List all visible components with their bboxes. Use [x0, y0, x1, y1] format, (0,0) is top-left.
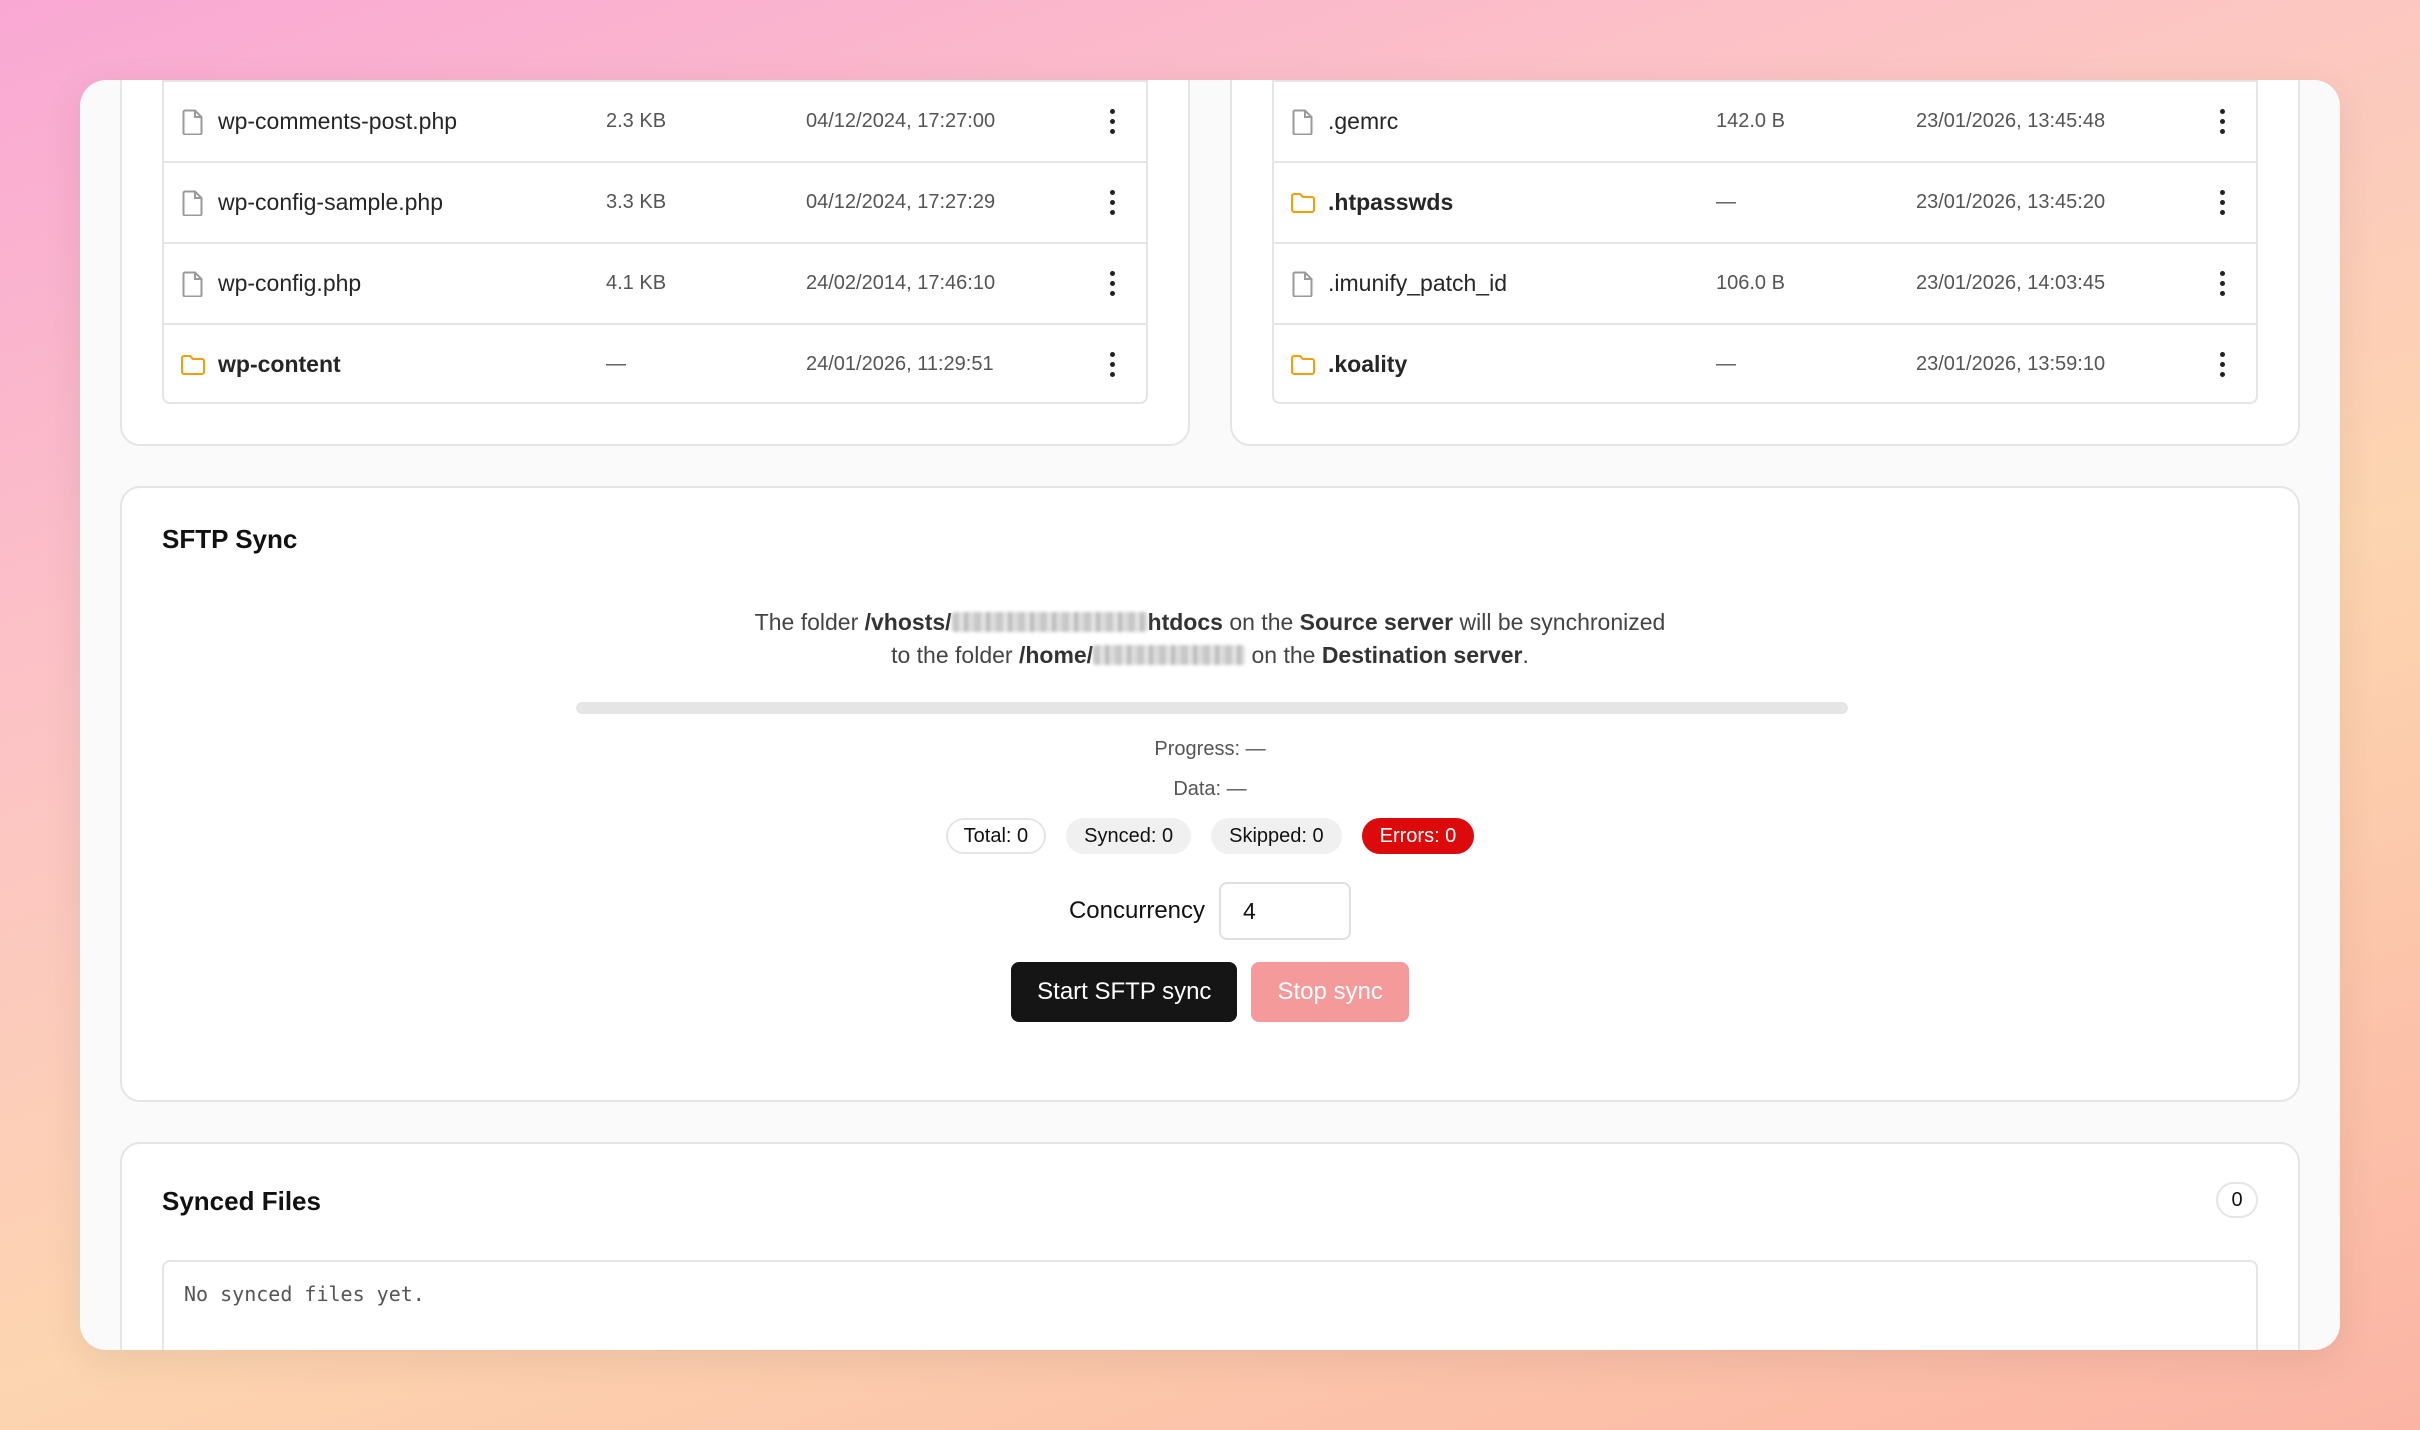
- folder-icon: [180, 352, 206, 378]
- more-options-icon[interactable]: [2212, 107, 2232, 137]
- file-row[interactable]: .gemrc 142.0 B 23/01/2026, 13:45:48: [1274, 80, 2256, 161]
- file-icon: [180, 109, 206, 135]
- file-size: —: [606, 353, 626, 375]
- errors-badge: Errors: 0: [1361, 818, 1475, 854]
- file-name: .koality: [1328, 351, 1408, 377]
- data-text: Data: —: [1173, 778, 1247, 800]
- synced-files-count: 0: [2216, 1182, 2258, 1218]
- stop-sync-button[interactable]: Stop sync: [1251, 962, 1409, 1022]
- folder-icon: [1290, 352, 1316, 378]
- file-modified-date: 23/01/2026, 13:45:20: [1916, 191, 2106, 213]
- file-size: 142.0 B: [1716, 110, 1785, 132]
- file-modified-date: 04/12/2024, 17:27:00: [806, 110, 996, 132]
- file-row[interactable]: wp-config.php 4.1 KB 24/02/2014, 17:46:10: [164, 242, 1146, 323]
- file-name: wp-content: [218, 351, 341, 377]
- file-icon: [1290, 109, 1316, 135]
- synced-badge: Synced: 0: [1066, 818, 1192, 854]
- file-name: wp-comments-post.php: [218, 108, 458, 134]
- folder-icon: [1290, 190, 1316, 216]
- sftp-sync-card: SFTP Sync The folder /vhosts/htdocs on t…: [120, 486, 2300, 1102]
- concurrency-input[interactable]: [1219, 882, 1352, 940]
- file-size: 106.0 B: [1716, 272, 1785, 294]
- sftp-sync-title: SFTP Sync: [162, 524, 298, 554]
- sync-stats: Total: 0 Synced: 0 Skipped: 0 Errors: 0: [122, 818, 2298, 854]
- file-row[interactable]: wp-content — 24/01/2026, 11:29:51: [164, 323, 1146, 402]
- sync-actions: Start SFTP sync Stop sync: [122, 962, 2298, 1022]
- destination-files-card: .gemrc 142.0 B 23/01/2026, 13:45:48 .htpass…: [1230, 80, 2300, 446]
- app-window: wp-comments-post.php 2.3 KB 04/12/2024, 17…: [80, 80, 2340, 1350]
- file-icon: [180, 271, 206, 297]
- file-name: .htpasswds: [1328, 189, 1454, 215]
- concurrency-label: Concurrency: [1068, 897, 1206, 924]
- sync-description-line2: to the folder /home/ on the Destination …: [891, 642, 1529, 668]
- synced-files-title: Synced Files: [162, 1186, 321, 1216]
- more-options-icon[interactable]: [1102, 350, 1122, 380]
- more-options-icon[interactable]: [1102, 269, 1122, 299]
- source-files-card: wp-comments-post.php 2.3 KB 04/12/2024, 17…: [120, 80, 1190, 446]
- source-server-label: Source server: [1299, 609, 1454, 635]
- file-name: wp-config.php: [218, 270, 362, 296]
- progress-text: Progress: —: [1154, 738, 1266, 760]
- destination-file-table: .gemrc 142.0 B 23/01/2026, 13:45:48 .htpass…: [1272, 80, 2258, 404]
- file-modified-date: 24/01/2026, 11:29:51: [806, 353, 994, 375]
- concurrency-row: Concurrency: [122, 882, 2298, 940]
- file-modified-date: 23/01/2026, 14:03:45: [1916, 272, 2106, 294]
- more-options-icon[interactable]: [2212, 269, 2232, 299]
- destination-server-label: Destination server: [1321, 642, 1523, 668]
- total-badge: Total: 0: [945, 818, 1047, 854]
- redacted-source-segment: [951, 612, 1148, 632]
- file-name: .imunify_patch_id: [1328, 270, 1507, 296]
- sync-description-line1: The folder /vhosts/htdocs on the Source …: [754, 609, 1666, 635]
- redacted-destination-segment: [1093, 645, 1246, 665]
- more-options-icon[interactable]: [1102, 188, 1122, 218]
- file-size: 3.3 KB: [606, 191, 667, 213]
- more-options-icon[interactable]: [1102, 107, 1122, 137]
- file-name: wp-config-sample.php: [218, 189, 444, 215]
- more-options-icon[interactable]: [2212, 188, 2232, 218]
- file-size: 4.1 KB: [606, 272, 667, 294]
- file-name: .gemrc: [1328, 108, 1399, 134]
- file-icon: [180, 190, 206, 216]
- file-modified-date: 23/01/2026, 13:45:48: [1916, 110, 2106, 132]
- synced-files-card: Synced Files 0 No synced files yet.: [120, 1142, 2300, 1350]
- start-sftp-sync-button[interactable]: Start SFTP sync: [1011, 962, 1238, 1022]
- file-size: 2.3 KB: [606, 110, 667, 132]
- file-size: —: [1716, 353, 1736, 375]
- file-row[interactable]: wp-comments-post.php 2.3 KB 04/12/2024, 17…: [164, 80, 1146, 161]
- file-size: —: [1716, 191, 1736, 213]
- source-path: /vhosts/htdocs: [864, 609, 1223, 635]
- synced-files-empty-text: No synced files yet.: [184, 1282, 425, 1306]
- synced-files-log[interactable]: No synced files yet.: [162, 1260, 2258, 1350]
- source-file-table: wp-comments-post.php 2.3 KB 04/12/2024, 17…: [162, 80, 1148, 404]
- file-row[interactable]: wp-config-sample.php 3.3 KB 04/12/2024, 17…: [164, 161, 1146, 242]
- file-row[interactable]: .htpasswds — 23/01/2026, 13:45:20: [1274, 161, 2256, 242]
- destination-path: /home/: [1019, 642, 1246, 668]
- file-row[interactable]: .koality — 23/01/2026, 13:59:10: [1274, 323, 2256, 402]
- sync-progress-bar: [576, 702, 1848, 714]
- more-options-icon[interactable]: [2212, 350, 2232, 380]
- skipped-badge: Skipped: 0: [1211, 818, 1342, 854]
- file-modified-date: 24/02/2014, 17:46:10: [806, 272, 996, 294]
- file-row[interactable]: .imunify_patch_id 106.0 B 23/01/2026, 14:0…: [1274, 242, 2256, 323]
- file-modified-date: 23/01/2026, 13:59:10: [1916, 353, 2106, 375]
- file-modified-date: 04/12/2024, 17:27:29: [806, 191, 996, 213]
- file-icon: [1290, 271, 1316, 297]
